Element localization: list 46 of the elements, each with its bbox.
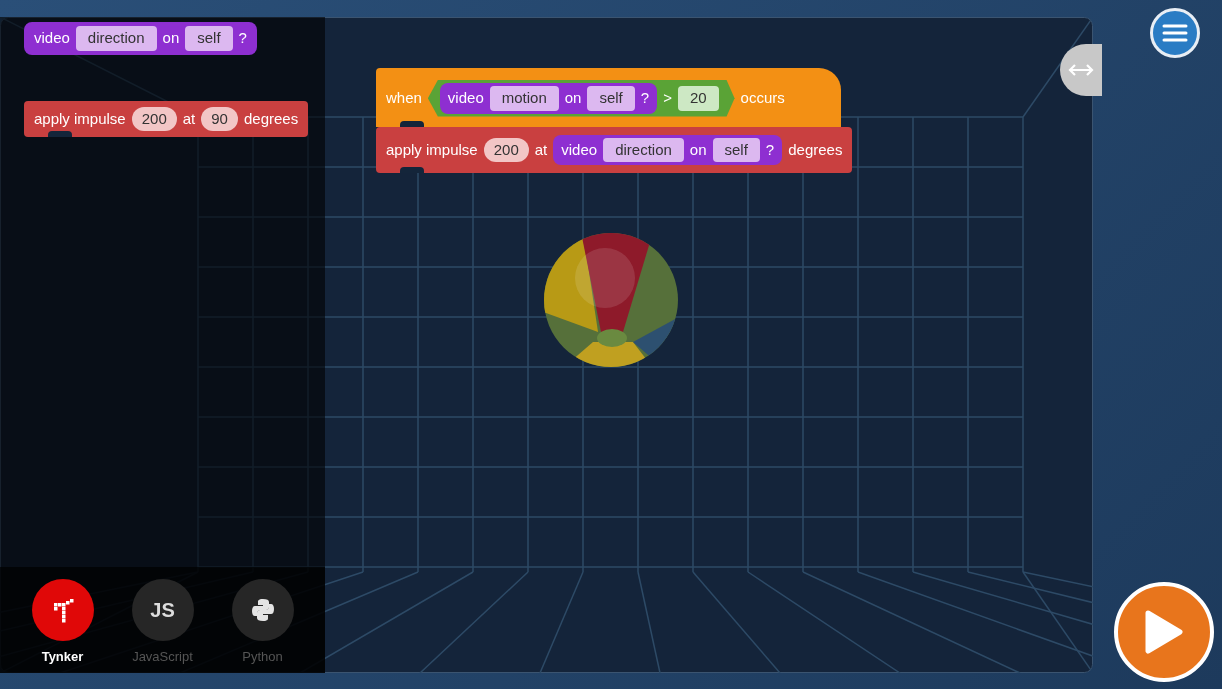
connector-notch — [400, 167, 424, 173]
block-label: video — [34, 28, 70, 48]
block-label: at — [182, 108, 196, 129]
block-label: degrees — [243, 108, 299, 129]
number-input[interactable]: 20 — [677, 86, 719, 111]
block-label: on — [689, 139, 707, 160]
menu-icon — [1162, 23, 1188, 43]
block-label: on — [162, 28, 180, 48]
block-label: when — [386, 88, 422, 108]
connector-notch — [48, 131, 72, 137]
reporter-block[interactable]: video direction on self ? — [553, 134, 783, 165]
block-label: on — [564, 88, 582, 108]
number-input[interactable]: 200 — [131, 106, 177, 131]
block-label: apply impulse — [386, 139, 478, 160]
dropdown-field[interactable]: direction — [603, 137, 684, 162]
language-tab[interactable]: Tynker — [30, 579, 95, 673]
block-label: occurs — [740, 88, 785, 108]
dropdown-field[interactable]: self — [587, 86, 635, 111]
number-input[interactable]: 200 — [483, 137, 529, 162]
block-label: at — [534, 139, 548, 160]
block-label: > — [663, 88, 672, 108]
number-input[interactable]: 90 — [201, 106, 238, 131]
dropdown-field[interactable]: self — [712, 137, 760, 162]
js-icon: JS — [150, 596, 175, 624]
block-label: ? — [765, 139, 775, 160]
block-label: apply impulse — [34, 108, 126, 129]
play-icon — [1144, 609, 1184, 655]
block-label: video — [561, 139, 598, 160]
language-tab[interactable]: JS JavaScript — [130, 579, 195, 673]
dropdown-field[interactable]: direction — [75, 26, 157, 51]
event-block[interactable]: when video motion on self ? > 20 occurs — [376, 68, 841, 127]
snake-logo-icon — [249, 597, 276, 623]
menu-button[interactable] — [1150, 8, 1200, 58]
block-label: ? — [238, 28, 247, 48]
reporter-block[interactable]: video motion on self ? — [439, 83, 658, 114]
block-label: degrees — [788, 139, 843, 160]
dropdown-field[interactable]: self — [185, 26, 233, 51]
block-label: ? — [640, 88, 650, 108]
dropdown-field[interactable]: motion — [489, 86, 559, 111]
command-block[interactable]: apply impulse 200 at video direction on self ? degrees — [376, 126, 853, 173]
condition-block[interactable]: video motion on self ? > 20 — [427, 80, 735, 117]
reporter-block[interactable]: video direction on self ? — [24, 22, 257, 55]
command-block[interactable]: apply impulse 200 at 90 degrees — [24, 100, 309, 137]
connector-notch — [400, 120, 424, 127]
horizontal-arrows-icon — [1068, 64, 1094, 76]
block-label: video — [447, 88, 484, 108]
